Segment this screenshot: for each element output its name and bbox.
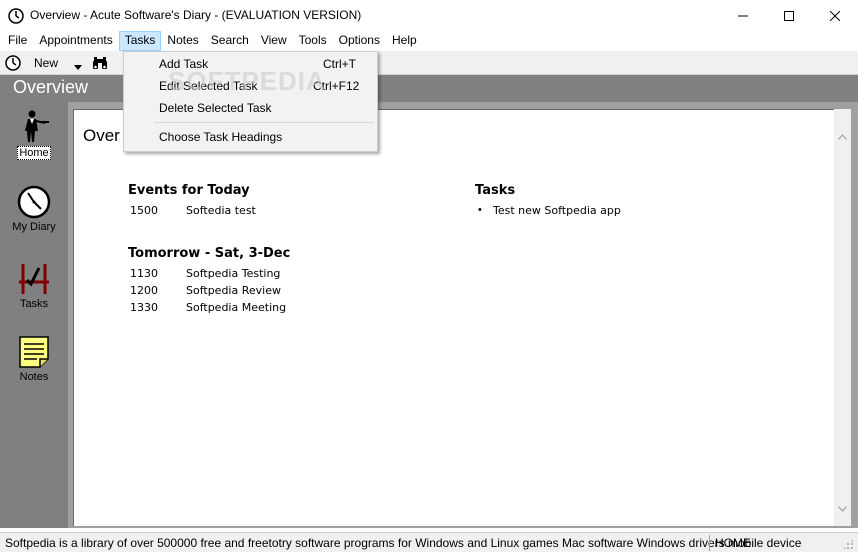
- event-time: 1200: [130, 284, 158, 297]
- window-title: Overview - Acute Software's Diary - (EVA…: [30, 8, 362, 22]
- sidebar-item-my-diary[interactable]: My Diary: [0, 185, 68, 233]
- new-button[interactable]: New: [34, 56, 58, 70]
- status-message: Softpedia is a library of over 500000 fr…: [5, 536, 802, 550]
- bullet-icon: •: [478, 204, 482, 216]
- close-icon: [830, 10, 840, 21]
- menu-tools[interactable]: Tools: [293, 31, 333, 51]
- menu-options[interactable]: Options: [333, 31, 386, 51]
- event-time: 1130: [130, 267, 158, 280]
- menu-notes[interactable]: Notes: [161, 31, 204, 51]
- menu-bar: File Appointments Tasks Notes Search Vie…: [0, 31, 858, 51]
- waiter-icon: [25, 110, 49, 142]
- menu-separator: [154, 122, 374, 123]
- minimize-icon: [738, 15, 748, 16]
- sidebar-item-tasks[interactable]: Tasks: [0, 262, 68, 310]
- sidebar-item-label: My Diary: [12, 221, 56, 233]
- resize-grip-icon[interactable]: [844, 539, 854, 552]
- tasks-title: Tasks: [475, 183, 516, 198]
- event-time: 1500: [130, 204, 158, 217]
- clock-icon[interactable]: [5, 55, 21, 71]
- binoculars-icon[interactable]: [92, 56, 108, 73]
- sidebar: Home My Diary Tasks Notes: [0, 102, 68, 528]
- close-button[interactable]: [812, 0, 858, 31]
- sidebar-item-notes[interactable]: Notes: [0, 335, 68, 383]
- clock-icon: [17, 185, 51, 219]
- sidebar-item-home[interactable]: Home: [0, 110, 68, 160]
- menu-tasks[interactable]: Tasks: [118, 31, 162, 51]
- menu-item-choose-task-headings[interactable]: Choose Task Headings: [125, 126, 376, 148]
- maximize-button[interactable]: [766, 0, 812, 31]
- event-time: 1330: [130, 301, 158, 314]
- menu-search[interactable]: Search: [205, 31, 255, 51]
- vertical-scrollbar[interactable]: [834, 109, 851, 526]
- notes-icon: [19, 336, 49, 368]
- tomorrow-title: Tomorrow - Sat, 3-Dec: [128, 246, 291, 261]
- app-clock-icon: [8, 8, 24, 24]
- event-description: Softpedia Meeting: [186, 301, 287, 314]
- new-dropdown-arrow-icon[interactable]: [74, 59, 82, 73]
- scroll-down-icon[interactable]: [838, 501, 847, 515]
- menu-file[interactable]: File: [2, 31, 33, 51]
- overview-panel: [73, 109, 835, 526]
- menu-item-delete-selected-task[interactable]: Delete Selected Task: [125, 97, 376, 119]
- events-today-title: Events for Today: [128, 183, 250, 198]
- maximize-icon: [784, 10, 794, 21]
- minimize-button[interactable]: [720, 0, 766, 31]
- status-mode: HOME: [715, 536, 751, 550]
- sidebar-item-label: Tasks: [19, 298, 49, 310]
- menu-view[interactable]: View: [255, 31, 293, 51]
- sidebar-item-label: Home: [17, 146, 51, 160]
- tasks-icon: [19, 264, 49, 294]
- menu-help[interactable]: Help: [386, 31, 423, 51]
- page-title: Overview: [13, 77, 89, 97]
- status-bar: Softpedia is a library of over 500000 fr…: [0, 532, 858, 552]
- status-divider: [709, 535, 710, 551]
- event-description: Softedia test: [186, 204, 256, 217]
- softpedia-watermark: SOFTPEDIA: [168, 66, 326, 96]
- menu-appointments[interactable]: Appointments: [33, 31, 118, 51]
- title-bar: Overview - Acute Software's Diary - (EVA…: [0, 0, 858, 31]
- event-description: Softpedia Review: [186, 284, 281, 297]
- event-description: Softpedia Testing: [186, 267, 281, 280]
- task-item[interactable]: Test new Softpedia app: [493, 204, 621, 217]
- scroll-up-icon[interactable]: [838, 129, 847, 143]
- sidebar-item-label: Notes: [19, 371, 49, 383]
- overview-heading: Over: [83, 126, 120, 145]
